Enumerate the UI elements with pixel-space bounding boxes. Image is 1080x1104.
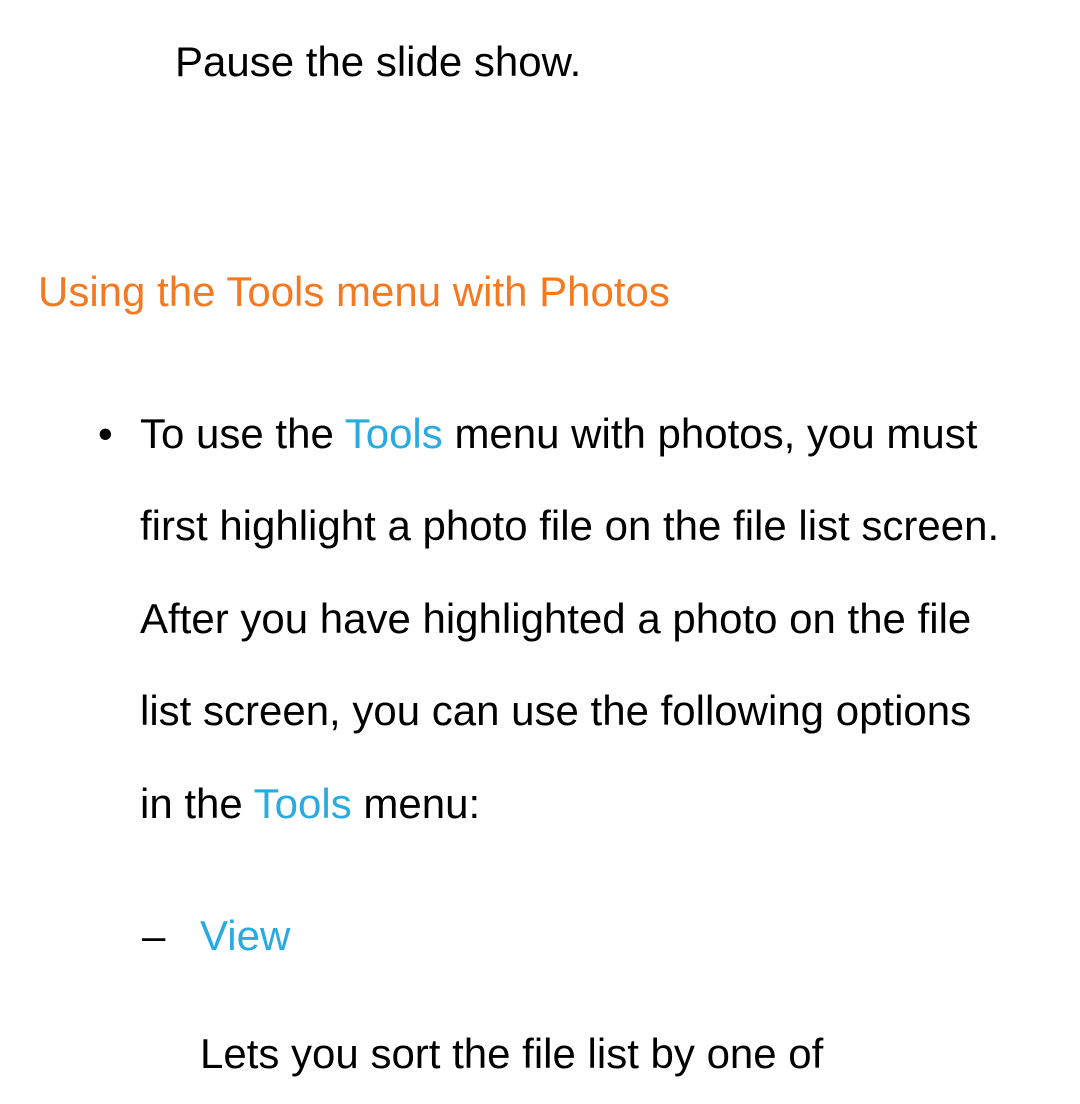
tools-highlight-1: Tools	[345, 410, 443, 457]
bullet-text-part-3: menu:	[352, 780, 480, 827]
dash-item-view: View Lets you sort the file list by one …	[200, 890, 1015, 1085]
bullet-text-part-1: To use the	[140, 410, 345, 457]
top-paragraph: Pause the slide show.	[175, 30, 1060, 93]
dash-item-description: Lets you sort the file list by one of	[200, 1022, 1015, 1085]
bullet-list: To use the Tools menu with photos, you m…	[140, 388, 1060, 1085]
dash-list: View Lets you sort the file list by one …	[200, 890, 1015, 1085]
dash-item-title: View	[200, 912, 290, 959]
bullet-item: To use the Tools menu with photos, you m…	[140, 388, 1060, 1085]
tools-highlight-2: Tools	[254, 780, 352, 827]
section-heading: Using the Tools menu with Photos	[38, 268, 1060, 316]
bullet-text-part-2: menu with photos, you must first highlig…	[140, 410, 999, 827]
